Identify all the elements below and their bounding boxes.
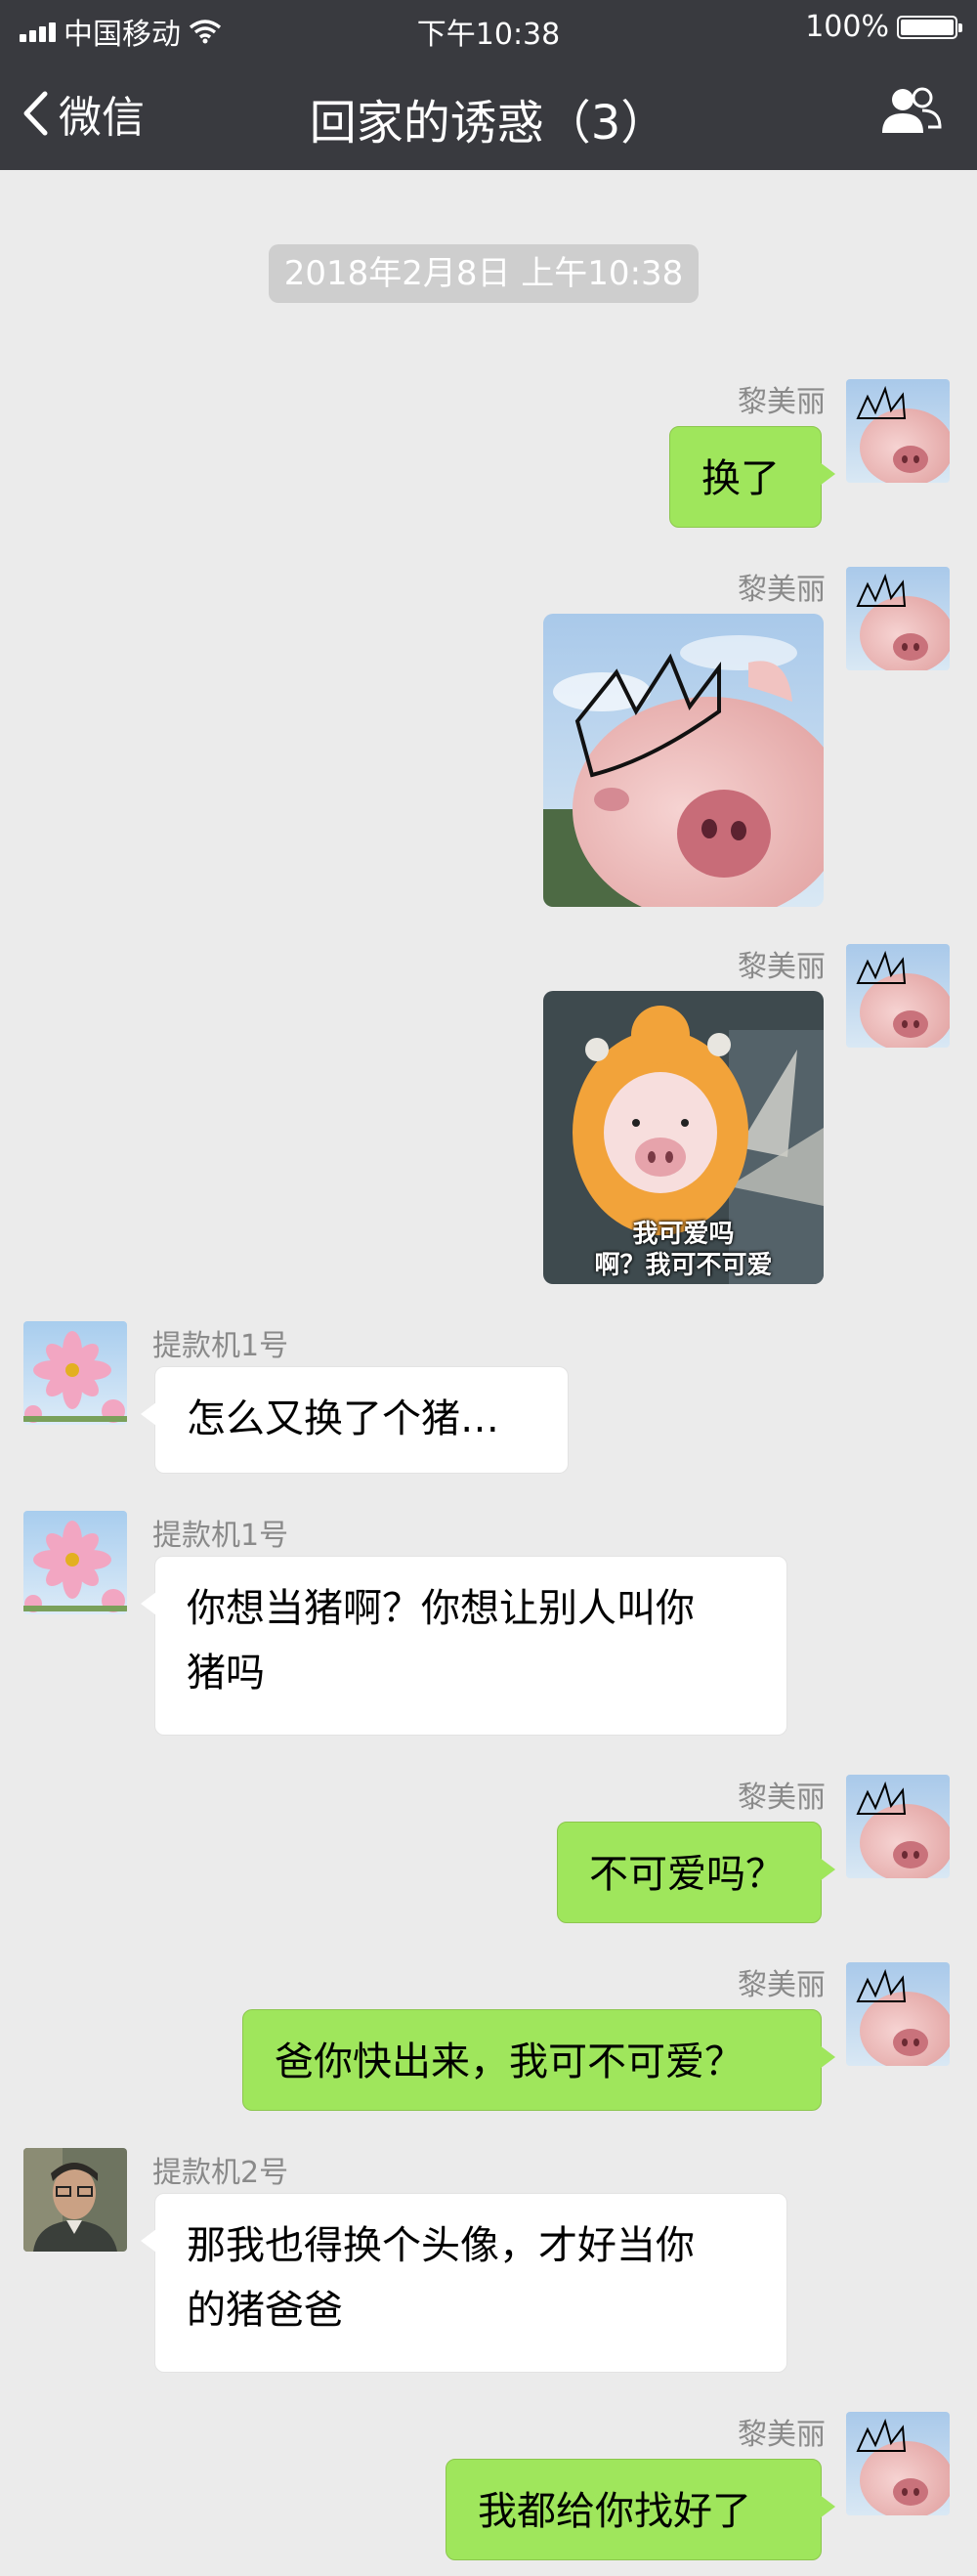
sender-name: 黎美丽 (738, 1781, 826, 1815)
message-bubble[interactable]: 怎么又换了个猪… (141, 1366, 569, 1474)
image-caption-line2: 啊？我可不可爱 (594, 1251, 773, 1280)
top-bar: 中国移动 下午10:38 100% 微信 回家的诱惑（3） (0, 0, 977, 170)
sender-name: 提款机1号 (152, 1329, 289, 1363)
sender-name: 提款机2号 (152, 2156, 289, 2190)
message-bubble[interactable]: 换了 (669, 426, 835, 528)
avatar-man[interactable] (23, 2148, 127, 2252)
avatar-flower[interactable] (23, 1321, 127, 1425)
status-bar: 中国移动 下午10:38 100% (0, 0, 977, 53)
message-bubble[interactable]: 爸你快出来，我可不可爱？ (242, 2009, 835, 2111)
avatar-pig[interactable] (846, 2412, 950, 2515)
sender-name: 提款机1号 (152, 1519, 289, 1553)
image-message-pig-costume[interactable]: 我可爱吗 啊？我可不可爱 (543, 991, 824, 1284)
avatar-pig[interactable] (846, 1962, 950, 2066)
sender-name: 黎美丽 (738, 2418, 826, 2452)
nav-bar: 微信 回家的诱惑（3） (0, 72, 977, 160)
message-bubble[interactable]: 你想当猪啊？你想让别人叫你 猪吗 (141, 1556, 787, 1736)
chat-timestamp: 2018年2月8日 上午10:38 (269, 244, 699, 303)
chat-title: 回家的诱惑（3） (309, 96, 668, 150)
avatar-pig[interactable] (846, 944, 950, 1048)
battery-percent: 100% (805, 10, 889, 44)
sender-name: 黎美丽 (738, 1968, 826, 2002)
avatar-pig[interactable] (846, 379, 950, 483)
battery-info: 100% (805, 10, 962, 44)
avatar-flower[interactable] (23, 1511, 127, 1614)
message-bubble[interactable]: 不可爱吗？ (557, 1822, 835, 1923)
sender-name: 黎美丽 (738, 950, 826, 984)
battery-icon (897, 15, 962, 39)
message-bubble[interactable]: 那我也得换个头像，才好当你 的猪爸爸 (141, 2193, 787, 2373)
message-line: 那我也得换个头像，才好当你 (187, 2223, 695, 2268)
message-line: 的猪爸爸 (187, 2288, 343, 2333)
message-bubble[interactable]: 我都给你找好了 (446, 2459, 835, 2560)
sender-name: 黎美丽 (738, 573, 826, 607)
image-message-pig-crown[interactable] (543, 614, 824, 907)
sender-name: 黎美丽 (738, 385, 826, 419)
message-line: 你想当猪啊？你想让别人叫你 (187, 1586, 695, 1631)
message-line: 猪吗 (187, 1651, 265, 1696)
avatar-pig[interactable] (846, 1775, 950, 1878)
group-members-icon[interactable] (879, 84, 942, 139)
avatar-pig[interactable] (846, 567, 950, 670)
